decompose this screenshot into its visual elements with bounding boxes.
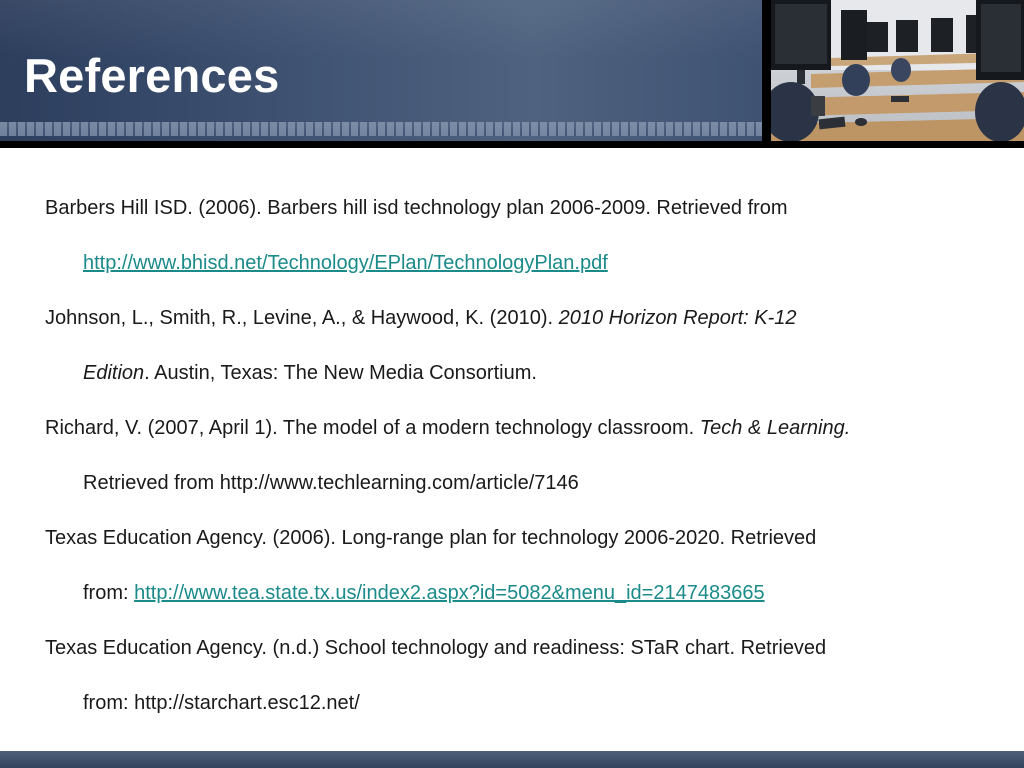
computer-lab-image bbox=[771, 0, 1024, 141]
reference-line: Richard, V. (2007, April 1). The model o… bbox=[45, 417, 851, 439]
references-list: Barbers Hill ISD. (2006). Barbers hill i… bbox=[45, 195, 995, 717]
reference-line: Barbers Hill ISD. (2006). Barbers hill i… bbox=[45, 197, 788, 219]
slide-header: References bbox=[0, 0, 1024, 148]
reference-line: Texas Education Agency. (2006). Long-ran… bbox=[45, 527, 817, 549]
classroom-photo bbox=[771, 0, 1024, 141]
reference-line: from: http://starchart.esc12.net/ bbox=[83, 692, 360, 714]
reference-line: Retrieved from http://www.techlearning.c… bbox=[83, 472, 579, 494]
reference-item: Barbers Hill ISD. (2006). Barbers hill i… bbox=[45, 195, 995, 277]
reference-link[interactable]: http://www.tea.state.tx.us/index2.aspx?i… bbox=[134, 582, 764, 604]
slide-title: References bbox=[24, 49, 280, 102]
reference-line: http://www.bhisd.net/Technology/EPlan/Te… bbox=[45, 250, 995, 277]
reference-item: Texas Education Agency. (n.d.) School te… bbox=[45, 635, 995, 717]
footer-bar bbox=[0, 751, 1024, 768]
reference-line: Edition. Austin, Texas: The New Media Co… bbox=[83, 362, 537, 384]
header-band: References bbox=[0, 0, 762, 141]
reference-item: Texas Education Agency. (2006). Long-ran… bbox=[45, 525, 995, 607]
header-divider bbox=[762, 0, 771, 141]
reference-line: Johnson, L., Smith, R., Levine, A., & Ha… bbox=[45, 307, 797, 329]
reference-item: Johnson, L., Smith, R., Levine, A., & Ha… bbox=[45, 305, 995, 387]
reference-line: from: http://www.tea.state.tx.us/index2.… bbox=[83, 582, 765, 604]
reference-item: Richard, V. (2007, April 1). The model o… bbox=[45, 415, 995, 497]
decorative-tile-strip bbox=[0, 122, 762, 136]
reference-line: Texas Education Agency. (n.d.) School te… bbox=[45, 637, 827, 659]
reference-link[interactable]: http://www.bhisd.net/Technology/EPlan/Te… bbox=[83, 252, 608, 274]
